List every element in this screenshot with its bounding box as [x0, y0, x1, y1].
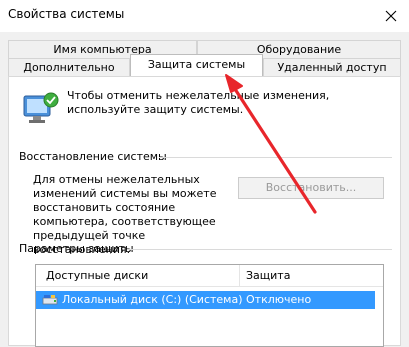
window-title: Свойства системы: [8, 7, 125, 21]
tab-label: Защита системы: [147, 58, 246, 71]
restore-heading: Восстановление системы: [19, 150, 167, 163]
divider: [159, 157, 392, 158]
table-row[interactable]: Локальный диск (C:) (Система) Отключено: [36, 291, 375, 309]
protection-status: Отключено: [246, 293, 312, 306]
protection-heading: Параметры защиты: [19, 242, 134, 255]
tab-panel: Чтобы отменить нежелательные изменения, …: [8, 76, 401, 347]
tab-label: Оборудование: [256, 43, 342, 56]
intro-text: Чтобы отменить нежелательные изменения, …: [67, 89, 330, 116]
restore-button[interactable]: Восстановить...: [238, 177, 384, 199]
drive-name: Локальный диск (C:) (Система): [62, 293, 243, 306]
tab-advanced[interactable]: Дополнительно: [8, 58, 130, 76]
drives-table[interactable]: Доступные диски Защита Локальный диск (C…: [35, 264, 384, 347]
column-divider[interactable]: [239, 265, 240, 286]
tab-label: Удаленный доступ: [277, 61, 387, 74]
title-bar: Свойства системы: [0, 0, 409, 32]
tab-system-protection[interactable]: Защита системы: [130, 54, 263, 76]
column-header-drives[interactable]: Доступные диски: [46, 269, 148, 282]
tab-strip: Имя компьютера Оборудование Дополнительн…: [0, 32, 409, 82]
tab-label: Дополнительно: [23, 61, 115, 74]
close-button[interactable]: [379, 4, 403, 28]
tab-remote-access[interactable]: Удаленный доступ: [263, 58, 401, 76]
divider: [127, 249, 392, 250]
shield-icon: [23, 92, 59, 123]
table-header: Доступные диски Защита: [36, 265, 383, 287]
drive-icon: [42, 295, 58, 305]
close-icon: [385, 10, 397, 22]
column-header-protection[interactable]: Защита: [246, 269, 290, 282]
